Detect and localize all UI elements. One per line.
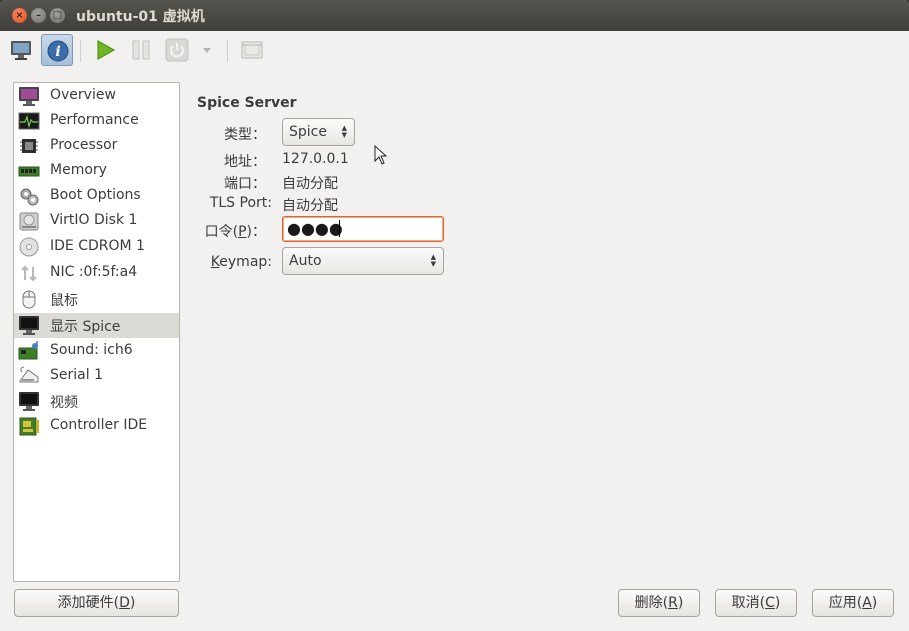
shutdown-button[interactable] (161, 34, 193, 66)
sidebar-item-label: Processor (50, 137, 118, 153)
sidebar-item-label: 显示 Spice (50, 319, 121, 335)
processor-icon (20, 139, 38, 153)
password-input[interactable]: ●●●● (282, 216, 444, 242)
video-icon (19, 392, 39, 411)
sidebar-item-label: Overview (50, 87, 116, 103)
vm-details-window: × – □ ubuntu-01 虚拟机 i Overview Performan… (0, 0, 909, 631)
memory-icon (18, 166, 40, 177)
keymap-select-value: Auto (289, 253, 322, 269)
disk-icon (19, 212, 39, 231)
window-title: ubuntu-01 虚拟机 (76, 9, 205, 25)
run-button[interactable] (89, 34, 121, 66)
password-label: 口令(P)： (204, 224, 266, 240)
mouse-icon (22, 290, 36, 309)
fullscreen-icon (241, 41, 263, 59)
toolbar: i (0, 31, 909, 71)
controller-icon (19, 417, 39, 436)
tls-port-label: TLS Port: (209, 195, 272, 211)
serial-icon (19, 366, 39, 383)
tls-port-value: 自动分配 (282, 198, 338, 214)
title-bar: × – □ ubuntu-01 虚拟机 (0, 0, 909, 31)
monitor-icon (11, 41, 31, 60)
sidebar-item-display-spice[interactable]: 显示 Spice (14, 313, 179, 338)
port-value: 自动分配 (282, 176, 338, 192)
minimize-window-button[interactable]: – (31, 8, 46, 23)
toolbar-separator (227, 40, 228, 62)
keymap-label: Keymap: (210, 254, 272, 270)
sidebar-item-label: 视频 (50, 395, 78, 411)
svg-text:i: i (55, 44, 60, 60)
display-icon (19, 316, 39, 335)
sidebar-item-label: NIC :0f:5f:a4 (50, 264, 138, 280)
info-icon: i (47, 40, 69, 62)
sidebar-item-label: Boot Options (50, 187, 141, 203)
address-value: 127.0.0.1 (282, 151, 349, 167)
address-label: 地址： (224, 154, 266, 170)
keymap-select[interactable]: Auto ▲ ▼ (282, 247, 444, 275)
pause-icon (132, 40, 150, 60)
sidebar-item-overview[interactable]: Overview (14, 84, 179, 109)
close-window-button[interactable]: × (12, 8, 27, 23)
overview-icon (19, 87, 39, 106)
performance-icon (18, 112, 40, 130)
details-button[interactable]: i (41, 34, 73, 66)
section-title: Spice Server (197, 95, 297, 111)
sidebar-item-label: Serial 1 (50, 367, 103, 383)
apply-button[interactable]: 应用(A) (812, 589, 894, 617)
sound-icon (18, 341, 38, 360)
delete-button[interactable]: 删除(R) (618, 589, 700, 617)
sidebar-item-label: Memory (50, 162, 107, 178)
add-hardware-button[interactable]: 添加硬件(D) (14, 589, 179, 617)
type-label: 类型： (224, 127, 266, 143)
cancel-button[interactable]: 取消(C) (715, 589, 797, 617)
pause-button[interactable] (125, 34, 157, 66)
spinner-arrows-icon: ▲ ▼ (430, 253, 436, 268)
sidebar-item-label: IDE CDROM 1 (50, 238, 145, 254)
port-label: 端口： (224, 176, 266, 192)
shutdown-menu-button[interactable] (196, 34, 218, 66)
type-select-value: Spice (289, 124, 327, 140)
sidebar-item-label: Sound: ich6 (50, 342, 133, 358)
console-button[interactable] (5, 34, 37, 66)
mouse-pointer-icon (374, 145, 388, 165)
text-caret (339, 220, 340, 237)
sidebar-item-serial[interactable]: Serial 1 (14, 364, 179, 389)
power-icon (165, 38, 189, 62)
play-icon (97, 39, 116, 61)
type-select[interactable]: Spice ▲ ▼ (282, 118, 355, 146)
spinner-arrows-icon: ▲ ▼ (341, 124, 347, 139)
sidebar-item-label: Controller IDE (50, 417, 148, 433)
boot-options-icon (20, 188, 39, 206)
sidebar-item-mouse[interactable]: 鼠标 (14, 287, 179, 312)
sidebar-item-controller-ide[interactable]: Controller IDE (14, 414, 179, 439)
fullscreen-button[interactable] (236, 34, 268, 66)
cdrom-icon (19, 237, 39, 257)
maximize-window-button[interactable]: □ (50, 8, 65, 23)
password-masked-value: ●●●● (287, 219, 343, 238)
sidebar-item-label: 鼠标 (50, 293, 78, 309)
sidebar-item-label: VirtIO Disk 1 (50, 212, 138, 228)
nic-icon (21, 265, 37, 282)
sidebar-item-label: Performance (50, 112, 139, 128)
toolbar-separator (80, 40, 81, 62)
chevron-down-icon (203, 48, 211, 53)
sidebar-item-video[interactable]: 视频 (14, 389, 179, 414)
sidebar-item-sound[interactable]: Sound: ich6 (14, 339, 179, 364)
